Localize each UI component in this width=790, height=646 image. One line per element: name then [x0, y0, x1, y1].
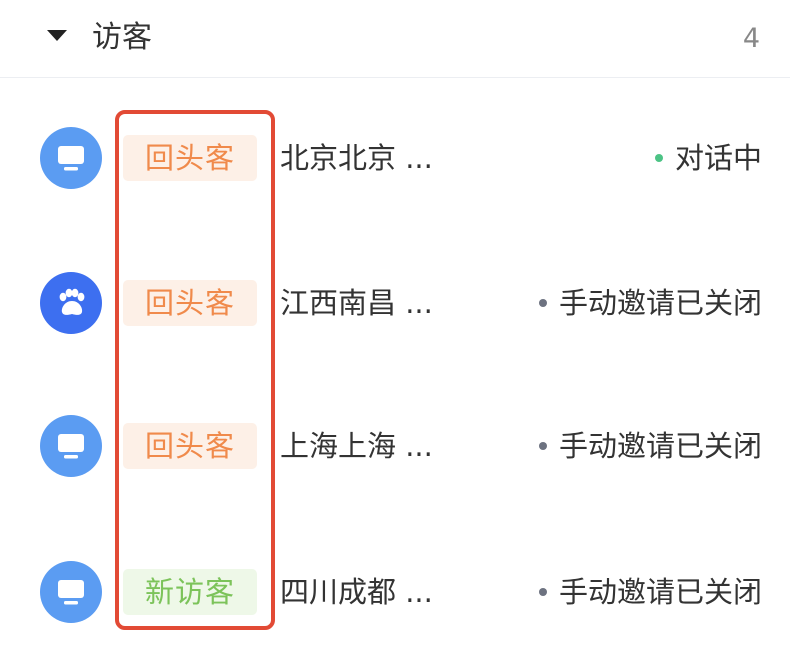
visitor-avatar [40, 127, 102, 189]
status-text: 手动邀请已关闭 [558, 429, 762, 463]
status-dot [538, 588, 547, 596]
status-dot [654, 154, 663, 162]
paw-icon [59, 288, 85, 315]
visitor-avatar [40, 415, 102, 477]
visitor-location: 江西南昌 ... [280, 286, 433, 320]
status-dot [538, 442, 547, 450]
monitor-icon [58, 146, 84, 171]
status-text: 手动邀请已关闭 [558, 286, 762, 320]
visitor-count: 4 [742, 23, 760, 54]
status-dot [538, 299, 547, 307]
status-text: 手动邀请已关闭 [558, 575, 762, 609]
visitor-group-header[interactable]: 访客 4 [0, 0, 790, 78]
visitor-avatar [40, 272, 102, 334]
monitor-icon [58, 580, 84, 605]
caret-down-icon[interactable] [47, 30, 67, 41]
monitor-icon [58, 434, 84, 459]
visitor-avatar [40, 561, 102, 623]
visitor-status: 对话中 [654, 135, 762, 181]
visitor-status: 手动邀请已关闭 [538, 280, 762, 326]
visitor-location: 四川成都 ... [280, 575, 433, 609]
visitor-status: 手动邀请已关闭 [538, 423, 762, 469]
group-title: 访客 [92, 20, 152, 55]
visitor-status: 手动邀请已关闭 [538, 569, 762, 615]
visitor-location: 北京北京 ... [280, 141, 433, 175]
highlight-box [115, 110, 275, 630]
visitor-location: 上海上海 ... [280, 429, 433, 463]
status-text: 对话中 [674, 141, 762, 175]
